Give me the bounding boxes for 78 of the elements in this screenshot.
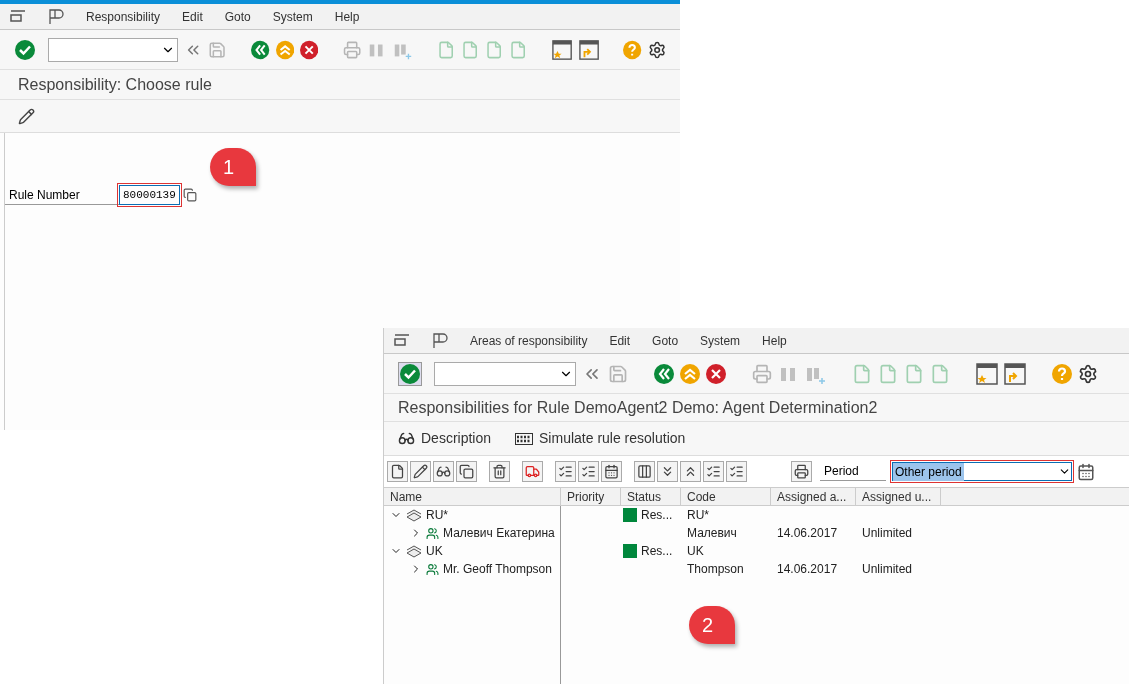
- back-icon[interactable]: [654, 363, 674, 384]
- column-header[interactable]: Status: [621, 488, 681, 505]
- column-header[interactable]: Priority: [561, 488, 621, 505]
- calendar-icon[interactable]: [1077, 462, 1095, 481]
- table-cell-text: Unlimited: [861, 525, 913, 542]
- layout-icon[interactable]: [432, 332, 448, 349]
- shortcut-window-icon[interactable]: [578, 38, 599, 61]
- checkmark-icon: [400, 363, 420, 384]
- new-page-icon[interactable]: [387, 461, 408, 482]
- users-icon: [426, 526, 439, 540]
- table-cell-text: Thompson: [686, 561, 745, 578]
- menu-item[interactable]: Help: [762, 331, 787, 350]
- menu-item[interactable]: System: [700, 331, 741, 350]
- users-icon: [426, 562, 439, 576]
- callout-marker: 1: [210, 148, 256, 186]
- display-icon[interactable]: [433, 461, 454, 482]
- calendar-icon[interactable]: [601, 461, 622, 482]
- rule-number-field[interactable]: 80000139: [119, 185, 180, 205]
- menu-item[interactable]: Goto: [652, 331, 679, 350]
- column-header[interactable]: Assigned a...: [771, 488, 856, 505]
- document-glasses-icon: [398, 430, 415, 447]
- trash-icon[interactable]: [489, 461, 510, 482]
- columns-icon[interactable]: [634, 461, 655, 482]
- cancel-icon[interactable]: [706, 363, 726, 384]
- settings-icon[interactable]: [647, 39, 667, 60]
- tree-node-label[interactable]: Mr. Geoff Thompson: [443, 560, 552, 578]
- menu-item[interactable]: Help: [334, 7, 360, 26]
- toolbar-button[interactable]: Simulate rule resolution: [515, 428, 686, 449]
- enter-button[interactable]: [398, 361, 422, 386]
- stacked-papers-icon: [406, 544, 422, 558]
- checkmark-icon: [14, 39, 35, 60]
- menu-item[interactable]: System: [272, 7, 313, 26]
- table-cell-text: RU*: [686, 507, 710, 524]
- period-label: Period: [820, 462, 886, 481]
- screen-title: Responsibility: Choose rule: [0, 70, 680, 100]
- column-header[interactable]: Assigned u...: [856, 488, 941, 505]
- screen-title: Responsibilities for Rule DemoAgent2 Demo: Agent Determination2: [384, 394, 1129, 422]
- callout-marker: 2: [689, 606, 735, 644]
- enter-button[interactable]: [14, 37, 36, 62]
- table-cell-text: 14.06.2017: [776, 561, 839, 578]
- toolbar-button[interactable]: Description: [398, 428, 492, 449]
- collapse-all-icon[interactable]: [680, 461, 701, 482]
- settings-icon[interactable]: [1078, 363, 1098, 384]
- expand-all-icon[interactable]: [657, 461, 678, 482]
- search-help-icon[interactable]: [182, 188, 197, 202]
- copy-icon[interactable]: [456, 461, 477, 482]
- edit-icon[interactable]: [18, 107, 35, 125]
- column-header[interactable]: Name: [384, 488, 561, 505]
- edit-icon[interactable]: [410, 461, 431, 482]
- table-cell-text: Res...: [641, 507, 673, 524]
- table-cell-text: Unlimited: [861, 561, 913, 578]
- stacked-papers-icon: [406, 508, 422, 522]
- command-field[interactable]: [434, 361, 576, 386]
- abacus-icon: [515, 432, 534, 445]
- menu-item[interactable]: Areas of responsibility: [470, 331, 588, 350]
- menu-item[interactable]: Edit: [182, 7, 203, 26]
- tree-node-label[interactable]: Малевич Екатерина: [443, 524, 555, 542]
- table-cell-text: UK: [686, 543, 705, 560]
- layout-icon[interactable]: [48, 8, 64, 25]
- menu-item[interactable]: Edit: [609, 331, 631, 350]
- truck-icon[interactable]: [522, 461, 543, 482]
- column-header[interactable]: Code: [681, 488, 771, 505]
- print-button[interactable]: [791, 461, 812, 482]
- table-cell-text: Res...: [641, 543, 673, 560]
- table-cell-text: 14.06.2017: [776, 525, 839, 542]
- table-cell-text: Малевич: [686, 525, 738, 542]
- back-icon[interactable]: [251, 39, 270, 60]
- menu-icon[interactable]: [10, 9, 26, 24]
- cancel-icon[interactable]: [300, 39, 319, 60]
- period-dropdown[interactable]: Other period: [892, 462, 1072, 481]
- tree-node-label[interactable]: RU*: [426, 506, 448, 524]
- menu-item[interactable]: Responsibility: [86, 7, 161, 26]
- command-field[interactable]: [47, 37, 179, 62]
- field-label: Rule Number: [5, 185, 119, 205]
- shortcut-window-icon[interactable]: [1004, 362, 1026, 385]
- menu-icon[interactable]: [394, 333, 410, 348]
- tree-node-label[interactable]: UK: [426, 542, 443, 560]
- menu-item[interactable]: Goto: [224, 7, 251, 26]
